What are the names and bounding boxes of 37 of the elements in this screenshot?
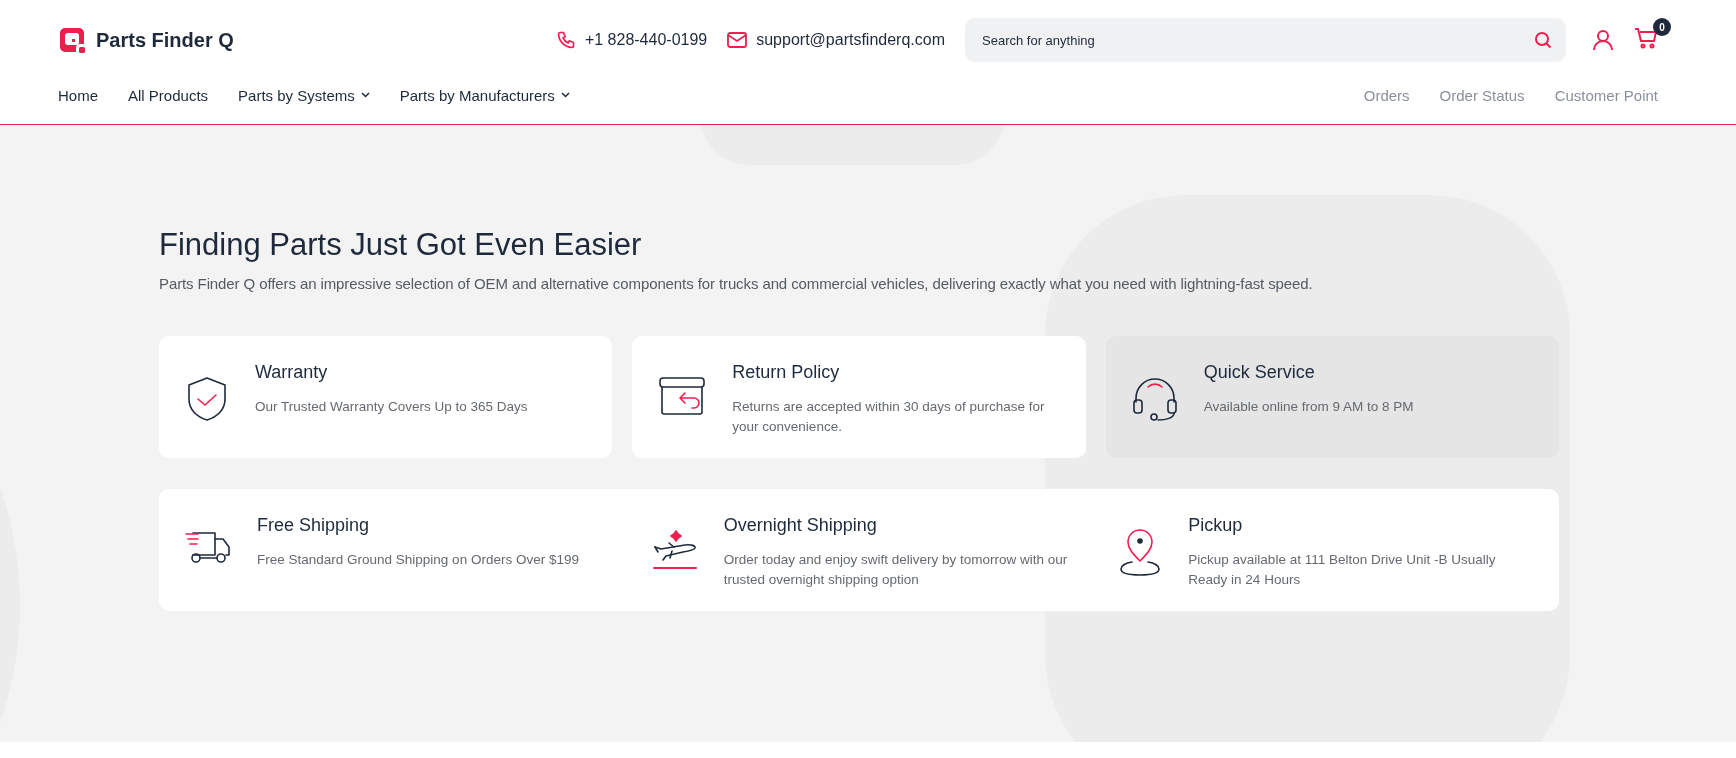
section-description: Parts Finder Q offers an impressive selection of OEM and alternative components for trucks and commercial vehicles, delivering exactly what you need with lightning-fast speed. (159, 275, 1314, 292)
section-title: Finding Parts Just Got Even Easier (159, 227, 643, 263)
headset-icon (1131, 376, 1178, 422)
brand-name[interactable]: Parts Finder Q (96, 28, 234, 52)
chevron-down-icon (360, 92, 370, 98)
shield-check-icon (185, 376, 229, 422)
airplane-icon (651, 529, 698, 571)
return-box-icon (658, 376, 707, 416)
truck-icon (185, 529, 231, 565)
feature-description: Order today and enjoy swift delivery by tomorrow with our trusted overnight shipping option (723, 551, 1069, 589)
feature-description: Available online from 9 AM to 8 PM (1203, 398, 1414, 416)
search-icon[interactable] (1534, 31, 1552, 49)
cart-icon[interactable] (1634, 27, 1658, 49)
feature-description: Pickup available at 111 Belton Drive Unit -B Usually Ready in 24 Hours (1188, 551, 1497, 589)
email-address[interactable]: support@partsfinderq.com (756, 31, 945, 49)
feature-description: Our Trusted Warranty Covers Up to 365 Days (255, 398, 528, 416)
mail-icon (727, 32, 748, 48)
search-field[interactable]: Search for anything (965, 18, 1566, 62)
feature-title: Overnight Shipping (723, 515, 878, 536)
cart-count-badge: 0 (1653, 18, 1671, 36)
feature-description: Returns are accepted within 30 days of purchase for your convenience. (732, 398, 1046, 436)
nav-link[interactable]: All Products (128, 86, 209, 104)
phone-number[interactable]: +1 828-440-0199 (584, 31, 708, 49)
nav-link[interactable]: Parts by Systems (238, 86, 370, 104)
chevron-down-icon (560, 92, 570, 98)
feature-title: Warranty (255, 362, 329, 383)
feature-description: Free Standard Ground Shipping on Orders Over $199 (257, 551, 579, 569)
user-icon[interactable] (1592, 29, 1614, 51)
feature-title: Return Policy (732, 362, 841, 383)
logo-icon[interactable] (58, 26, 86, 54)
feature-title: Pickup (1188, 515, 1244, 536)
nav-link[interactable]: Home (58, 86, 98, 104)
feature-title: Quick Service (1203, 362, 1316, 383)
phone-icon (555, 30, 576, 50)
location-pin-icon (1118, 529, 1163, 577)
nav-link[interactable]: Parts by Manufacturers (399, 86, 570, 104)
feature-title: Free Shipping (257, 515, 371, 536)
